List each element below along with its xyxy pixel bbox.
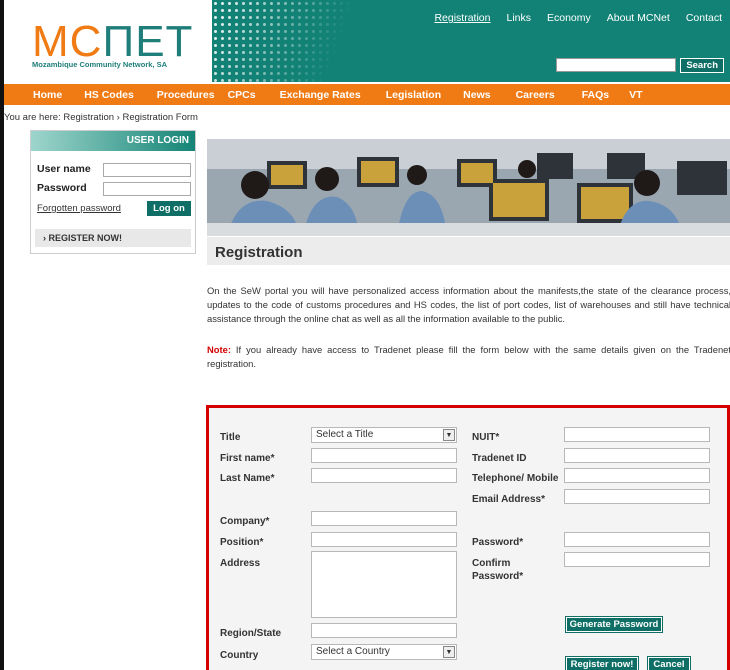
dot-pattern [212, 0, 362, 82]
nav-careers[interactable]: Careers [516, 89, 555, 101]
title-select[interactable]: Select a Title ▼ [311, 427, 457, 443]
forgot-password-link[interactable]: Forgotten password [37, 203, 121, 214]
position-label: Position* [220, 537, 264, 548]
email-label: Email Address* [472, 494, 545, 505]
company-input[interactable] [311, 511, 457, 526]
country-label: Country [220, 650, 259, 661]
password-input[interactable] [103, 182, 191, 196]
search-input[interactable] [556, 58, 677, 72]
page: MCΠET Mozambique Community Network, SA R… [0, 0, 730, 670]
cancel-button[interactable]: Cancel [647, 656, 691, 670]
breadcrumb: You are here: Registration › Registratio… [4, 112, 198, 123]
toplink-links[interactable]: Links [498, 12, 539, 24]
tradenet-id-label: Tradenet ID [472, 453, 527, 464]
nav-vt[interactable]: VT [629, 89, 642, 101]
telephone-label: Telephone/ Mobile [472, 473, 559, 484]
logon-button[interactable]: Log on [147, 201, 191, 216]
note-label: Note: [207, 344, 231, 355]
password-field-label: Password* [472, 537, 524, 548]
region-label: Region/State [220, 628, 282, 639]
confirm-password-input[interactable] [564, 552, 710, 567]
note-paragraph: Note: If you already have access to Trad… [207, 343, 730, 371]
register-now-button[interactable]: Register now! [565, 656, 639, 670]
first-name-input[interactable] [311, 448, 457, 463]
nav-hs-codes[interactable]: HS Codes [84, 89, 134, 101]
mcnet-logo[interactable]: MCΠET Mozambique Community Network, SA [32, 20, 193, 70]
nav-exchange-rates[interactable]: Exchange Rates [280, 89, 361, 101]
chevron-down-icon: ▼ [443, 646, 455, 658]
last-name-label: Last Name* [220, 473, 275, 484]
logo-accent: ΠET [102, 17, 194, 66]
region-input[interactable] [311, 623, 457, 638]
registration-form: Title Select a Title ▼ First name* Last N… [206, 405, 730, 670]
page-title: Registration [215, 244, 303, 261]
toplink-registration[interactable]: Registration [426, 12, 498, 24]
main-nav: Home HS Codes Procedures CPCs Exchange R… [4, 84, 730, 105]
username-input[interactable] [103, 163, 191, 177]
nav-legislation[interactable]: Legislation [386, 89, 441, 101]
photo-illustration [207, 139, 730, 236]
search-bar: Search [556, 58, 724, 73]
login-box: USER LOGIN User name Password Forgotten … [30, 130, 196, 254]
title-select-value: Select a Title [316, 429, 374, 440]
nuit-label: NUIT* [472, 432, 500, 443]
note-text: If you already have access to Tradenet p… [207, 344, 730, 369]
nav-faqs[interactable]: FAQs [582, 89, 609, 101]
nuit-input[interactable] [564, 427, 710, 442]
country-select-value: Select a Country [316, 646, 390, 657]
search-button[interactable]: Search [680, 58, 724, 73]
chevron-down-icon: ▼ [443, 429, 455, 441]
toplink-economy[interactable]: Economy [539, 12, 599, 24]
nav-cpcs[interactable]: CPCs [228, 89, 256, 101]
company-label: Company* [220, 516, 270, 527]
toplink-contact[interactable]: Contact [678, 12, 730, 24]
tradenet-id-input[interactable] [564, 448, 710, 463]
confirm-password-label: Confirm Password* [472, 558, 524, 582]
login-title: USER LOGIN [31, 131, 195, 151]
nav-home[interactable]: Home [33, 89, 62, 101]
position-input[interactable] [311, 532, 457, 547]
email-input[interactable] [564, 489, 710, 504]
nav-news[interactable]: News [463, 89, 490, 101]
generate-password-button[interactable]: Generate Password [565, 616, 663, 633]
address-textarea[interactable] [311, 551, 457, 618]
address-label: Address [220, 558, 261, 569]
password-label: Password [37, 182, 87, 194]
first-name-label: First name* [220, 453, 275, 464]
username-label: User name [37, 163, 91, 175]
intro-paragraph: On the SeW portal you will have personal… [207, 285, 730, 324]
page-title-bar: Registration [207, 237, 730, 265]
header: MCΠET Mozambique Community Network, SA R… [4, 0, 730, 82]
register-now-link[interactable]: › REGISTER NOW! [35, 229, 191, 247]
toplink-about[interactable]: About MCNet [599, 12, 678, 24]
nav-procedures[interactable]: Procedures [157, 89, 215, 101]
training-room-photo [207, 139, 730, 236]
country-select[interactable]: Select a Country ▼ [311, 644, 457, 660]
telephone-input[interactable] [564, 468, 710, 483]
password-field-input[interactable] [564, 532, 710, 547]
top-links: Registration Links Economy About MCNet C… [426, 12, 730, 24]
last-name-input[interactable] [311, 468, 457, 483]
header-banner: Registration Links Economy About MCNet C… [212, 0, 730, 82]
logo-main: MC [32, 17, 103, 66]
title-label: Title [220, 432, 241, 443]
